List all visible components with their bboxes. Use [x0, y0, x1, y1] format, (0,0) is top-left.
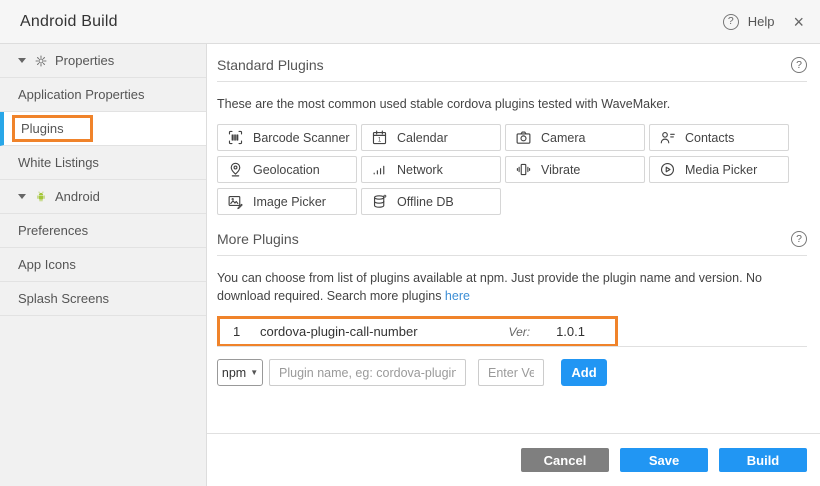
plugin-label: Network — [397, 163, 443, 177]
divider — [217, 346, 807, 347]
sidebar-item-label: Plugins — [21, 121, 64, 136]
plugin-row-index: 1 — [220, 324, 260, 339]
plugin-row-version: 1.0.1 — [556, 324, 585, 339]
sidebar-item-label: Android — [55, 189, 100, 204]
chevron-down-icon — [18, 194, 26, 199]
sidebar-item-plugins[interactable]: Plugins — [0, 112, 206, 146]
plugin-list: 1 cordova-plugin-call-number Ver: 1.0.1 — [217, 316, 807, 347]
save-button[interactable]: Save — [620, 448, 708, 472]
network-icon — [371, 161, 388, 178]
plugin-name-input[interactable] — [269, 359, 466, 386]
sidebar-group-android[interactable]: Android — [0, 180, 206, 214]
android-icon — [34, 190, 48, 204]
sidebar-item-label: App Icons — [18, 257, 76, 272]
source-select-value: npm — [222, 366, 246, 380]
search-plugins-link[interactable]: here — [445, 289, 470, 303]
sidebar-item-app-icons[interactable]: App Icons — [0, 248, 206, 282]
dialog-header: Android Build ? Help × — [0, 0, 820, 44]
contacts-icon — [659, 129, 676, 146]
plugin-version-input[interactable] — [478, 359, 544, 386]
plugin-label: Barcode Scanner — [253, 131, 350, 145]
plugin-button-barcode-scanner[interactable]: Barcode Scanner — [217, 124, 357, 151]
sidebar-item-label: White Listings — [18, 155, 99, 170]
annotation-highlight: Plugins — [12, 115, 93, 142]
offline-db-icon — [371, 193, 388, 210]
barcode-scanner-icon — [227, 129, 244, 146]
vibrate-icon — [515, 161, 532, 178]
sidebar-item-splash-screens[interactable]: Splash Screens — [0, 282, 206, 316]
more-plugins-description: You can choose from list of plugins avai… — [217, 269, 807, 305]
plugin-button-contacts[interactable]: Contacts — [649, 124, 789, 151]
sidebar-group-properties[interactable]: Properties — [0, 44, 206, 78]
more-plugins-description-text: You can choose from list of plugins avai… — [217, 271, 762, 303]
plugin-button-camera[interactable]: Camera — [505, 124, 645, 151]
plugin-label: Media Picker — [685, 163, 757, 177]
sidebar: Properties Application Properties Plugin… — [0, 44, 207, 486]
build-button[interactable]: Build — [719, 448, 807, 472]
more-plugins-help-icon[interactable]: ? — [791, 231, 807, 247]
plugin-label: Offline DB — [397, 195, 454, 209]
plugin-row-ver-label: Ver: — [509, 325, 531, 339]
plugin-label: Contacts — [685, 131, 734, 145]
plugin-button-image-picker[interactable]: Image Picker — [217, 188, 357, 215]
standard-plugins-help-icon[interactable]: ? — [791, 57, 807, 73]
plugin-button-offline-db[interactable]: Offline DB — [361, 188, 501, 215]
sidebar-item-label: Splash Screens — [18, 291, 109, 306]
chevron-down-icon: ▼ — [250, 368, 258, 377]
chevron-down-icon — [18, 58, 26, 63]
standard-plugins-title: Standard Plugins — [217, 57, 324, 73]
standard-plugins-description: These are the most common used stable co… — [217, 95, 807, 113]
plugin-button-media-picker[interactable]: Media Picker — [649, 156, 789, 183]
help-icon[interactable]: ? — [723, 14, 739, 30]
plugin-label: Vibrate — [541, 163, 580, 177]
plugin-label: Geolocation — [253, 163, 320, 177]
sidebar-item-application-properties[interactable]: Application Properties — [0, 78, 206, 112]
main-content: Standard Plugins ? These are the most co… — [207, 44, 820, 433]
plugin-label: Camera — [541, 131, 585, 145]
plugin-button-geolocation[interactable]: Geolocation — [217, 156, 357, 183]
sidebar-item-label: Preferences — [18, 223, 88, 238]
standard-plugins-grid: Barcode Scanner 1 Calendar Camera Contac… — [217, 124, 799, 220]
sidebar-item-preferences[interactable]: Preferences — [0, 214, 206, 248]
plugin-button-calendar[interactable]: 1 Calendar — [361, 124, 501, 151]
more-plugins-title: More Plugins — [217, 231, 299, 247]
plugin-row-name: cordova-plugin-call-number — [260, 324, 509, 339]
help-link[interactable]: Help — [748, 14, 775, 29]
source-select[interactable]: npm ▼ — [217, 359, 263, 386]
close-icon[interactable]: × — [791, 13, 806, 31]
sidebar-item-label: Application Properties — [18, 87, 144, 102]
camera-icon — [515, 129, 532, 146]
add-button[interactable]: Add — [561, 359, 607, 386]
add-plugin-form: npm ▼ Add — [217, 359, 807, 386]
calendar-icon: 1 — [371, 129, 388, 146]
divider — [217, 255, 807, 256]
dialog-footer: Cancel Save Build — [207, 433, 820, 486]
geolocation-icon — [227, 161, 244, 178]
cancel-button[interactable]: Cancel — [521, 448, 609, 472]
plugin-button-vibrate[interactable]: Vibrate — [505, 156, 645, 183]
sidebar-item-label: Properties — [55, 53, 114, 68]
sidebar-item-white-listings[interactable]: White Listings — [0, 146, 206, 180]
plugin-row[interactable]: 1 cordova-plugin-call-number Ver: 1.0.1 — [217, 316, 618, 347]
svg-text:1: 1 — [378, 138, 382, 144]
plugin-label: Image Picker — [253, 195, 326, 209]
plugin-label: Calendar — [397, 131, 448, 145]
plugin-button-network[interactable]: Network — [361, 156, 501, 183]
divider — [217, 81, 807, 82]
gear-icon — [34, 54, 48, 68]
header-actions: ? Help × — [723, 13, 806, 31]
dialog-title: Android Build — [20, 13, 118, 31]
android-build-dialog: Android Build ? Help × Properties Applic… — [0, 0, 820, 486]
image-picker-icon — [227, 193, 244, 210]
media-picker-icon — [659, 161, 676, 178]
